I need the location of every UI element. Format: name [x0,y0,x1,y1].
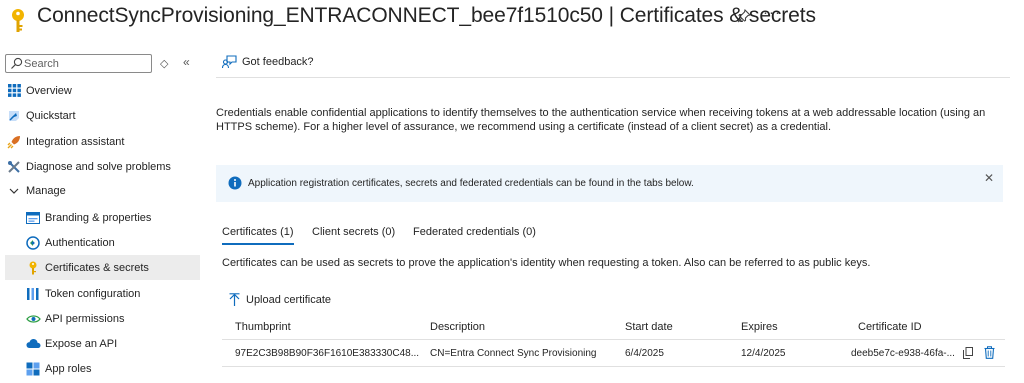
description-cell: CN=Entra Connect Sync Provisioning [430,348,597,359]
column-thumbprint[interactable]: Thumbprint [235,321,291,333]
more-options-icon[interactable]: ··· [763,4,781,21]
page-title: ConnectSyncProvisioning_ENTRACONNECT_bee… [37,4,816,27]
sidebar-item-label: Certificates & secrets [45,261,149,274]
tab-client-secrets[interactable]: Client secrets (0) [312,226,395,243]
sidebar-item-label: Diagnose and solve problems [26,160,171,173]
info-icon [228,176,242,190]
sidebar-item-label: App roles [45,362,92,375]
sidebar-item-label: Manage [26,184,66,197]
sidebar-item-quickstart[interactable]: Quickstart [5,103,200,128]
sidebar-item-label: API permissions [45,312,125,325]
thumbprint-cell: 97E2C3B98B90F36F1610E383330C48... [235,348,420,359]
upload-certificate-button[interactable]: Upload certificate [229,293,331,307]
column-certificate-id[interactable]: Certificate ID [858,321,922,333]
pin-icon[interactable] [737,9,751,23]
upload-certificate-label: Upload certificate [246,294,331,306]
key-icon [12,9,24,32]
info-banner: Application registration certificates, s… [216,165,1003,202]
feedback-button[interactable]: Got feedback? [222,55,314,69]
certificate-id-cell: deeb5e7c-e938-46fa-... [851,348,955,359]
collapse-sidebar-icon[interactable]: « [183,55,190,69]
info-banner-message: Application registration certificates, s… [248,178,694,189]
tab-certificates[interactable]: Certificates (1) [222,226,294,245]
branding-icon [25,210,41,226]
command-bar: Got feedback? [216,52,1010,78]
sidebar: ◇ « Overview Quickstart [0,50,208,383]
sidebar-item-token-configuration[interactable]: Token configuration [5,281,200,306]
sidebar-item-integration-assistant[interactable]: Integration assistant [5,129,200,154]
column-start-date[interactable]: Start date [625,321,673,333]
sidebar-item-certificates-secrets[interactable]: Certificates & secrets [5,255,200,280]
sidebar-item-label: Branding & properties [45,211,152,224]
delete-icon[interactable] [984,346,995,359]
page-header: ConnectSyncProvisioning_ENTRACONNECT_bee… [0,0,1024,38]
sidebar-item-label: Token configuration [45,287,141,300]
feedback-label: Got feedback? [242,56,314,68]
overview-grid-icon [6,83,22,99]
search-icon [11,57,23,69]
credentials-description: Credentials enable confidential applicat… [216,107,986,133]
sidebar-group-manage[interactable]: Manage [5,178,200,203]
sidebar-item-app-roles[interactable]: App roles [5,356,200,381]
close-icon[interactable]: ✕ [984,171,994,185]
start-date-cell: 6/4/2025 [625,348,664,359]
sidebar-item-label: Integration assistant [26,135,125,148]
cloud-icon [25,336,41,352]
column-description[interactable]: Description [430,321,485,333]
authentication-icon [25,235,41,251]
sidebar-item-label: Authentication [45,236,115,249]
api-permissions-icon [25,311,41,327]
expires-cell: 12/4/2025 [741,348,786,359]
feedback-icon [222,55,237,69]
sidebar-item-expose-api[interactable]: Expose an API [5,331,200,356]
table-header: Thumbprint Description Start date Expire… [222,315,1005,340]
sidebar-item-label: Quickstart [26,109,76,122]
quickstart-icon [6,108,22,124]
sidebar-item-branding[interactable]: Branding & properties [5,205,200,230]
app-roles-icon [25,361,41,377]
wrench-icon [6,159,22,175]
tab-description: Certificates can be used as secrets to p… [222,257,871,269]
rocket-icon [6,134,22,150]
expand-collapse-icon[interactable]: ◇ [160,57,168,70]
sidebar-item-overview[interactable]: Overview [5,78,200,103]
tab-federated-credentials[interactable]: Federated credentials (0) [413,226,536,243]
token-bars-icon [25,286,41,302]
sidebar-item-diagnose[interactable]: Diagnose and solve problems [5,154,200,179]
search-input[interactable] [24,56,148,71]
chevron-down-icon [6,183,22,199]
copy-icon[interactable] [963,347,973,359]
sidebar-item-label: Expose an API [45,337,118,350]
sidebar-item-api-permissions[interactable]: API permissions [5,306,200,331]
sidebar-item-authentication[interactable]: Authentication [5,230,200,255]
column-expires[interactable]: Expires [741,321,778,333]
key-icon [25,260,41,276]
sidebar-item-label: Overview [26,84,72,97]
upload-arrow-icon [229,293,240,306]
table-row: 97E2C3B98B90F36F1610E383330C48... CN=Ent… [222,341,1005,367]
search-box[interactable] [5,54,152,73]
